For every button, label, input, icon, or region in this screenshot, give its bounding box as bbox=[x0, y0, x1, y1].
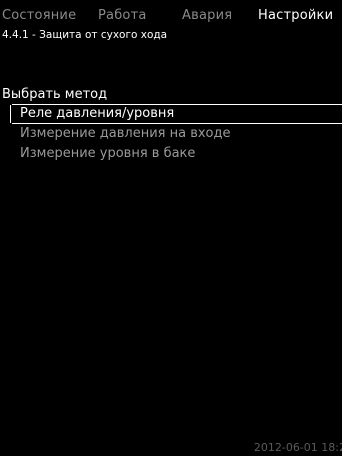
method-options-list: Реле давления/уровня Измерение давления … bbox=[0, 104, 342, 164]
option-pressure-level-switch[interactable]: Реле давления/уровня bbox=[10, 104, 342, 124]
tab-settings[interactable]: Настройки bbox=[258, 8, 333, 23]
settings-screen: Состояние Работа Авария Настройки 4.4.1 … bbox=[0, 0, 342, 456]
datetime-readout: 2012-06-01 18:2 bbox=[253, 441, 342, 454]
page-title: 4.4.1 - Защита от сухого хода bbox=[2, 29, 168, 41]
option-inlet-pressure-measurement[interactable]: Измерение давления на входе bbox=[0, 124, 342, 144]
method-heading: Выбрать метод bbox=[2, 87, 108, 102]
tab-bar: Состояние Работа Авария Настройки bbox=[2, 8, 342, 28]
tab-operation[interactable]: Работа bbox=[98, 8, 147, 23]
tab-status[interactable]: Состояние bbox=[2, 8, 76, 23]
option-tank-level-measurement[interactable]: Измерение уровня в баке bbox=[0, 144, 342, 164]
tab-alarm[interactable]: Авария bbox=[182, 8, 232, 23]
